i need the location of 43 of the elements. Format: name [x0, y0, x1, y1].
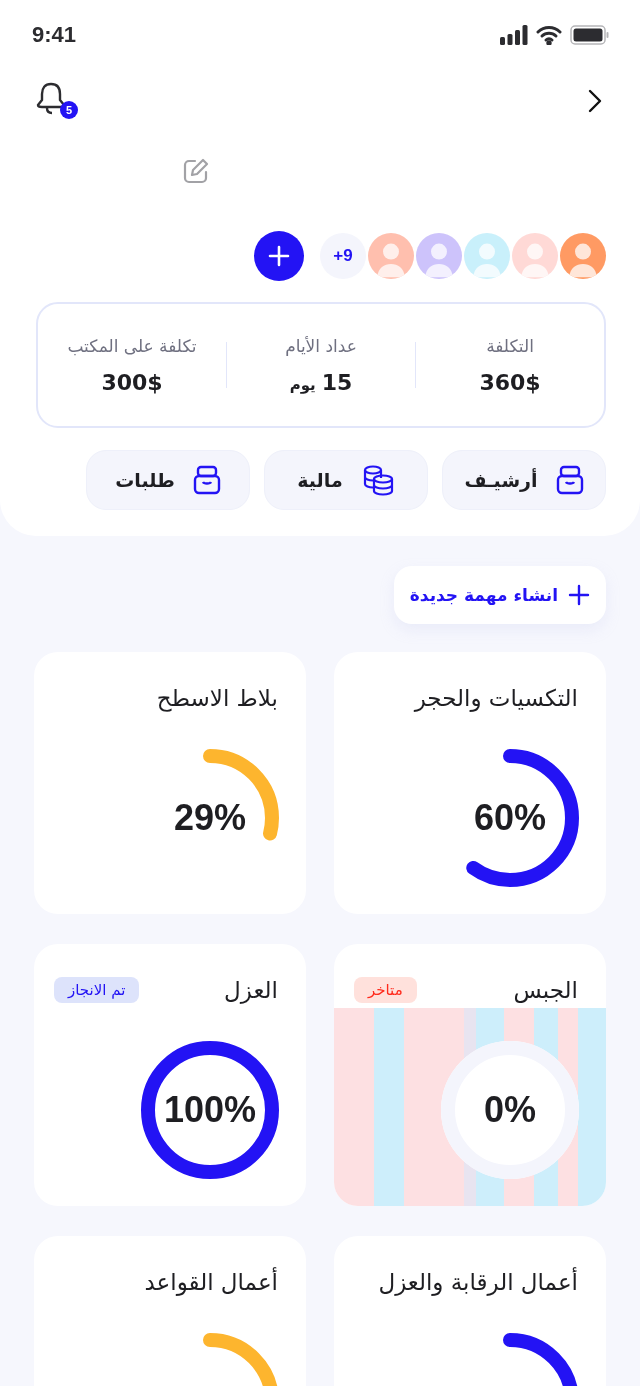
- plus-icon: [267, 244, 291, 268]
- stat-value: 15: [321, 369, 353, 395]
- stat-unit: يوم: [289, 375, 316, 394]
- percent-text: 60%: [473, 797, 547, 839]
- avatar[interactable]: [368, 233, 414, 279]
- shortcut-button[interactable]: طلبات: [86, 450, 250, 510]
- more-members-count[interactable]: +9: [320, 233, 366, 279]
- archive-icon: [192, 465, 221, 495]
- task-title: الجبس: [513, 977, 578, 1003]
- chevron-right-icon[interactable]: [588, 89, 602, 113]
- notification-badge: 5: [60, 101, 78, 119]
- status-badge: متاخر: [354, 977, 417, 1003]
- battery-icon: [570, 25, 610, 45]
- task-title: أعمال الرقابة والعزل: [378, 1269, 578, 1295]
- task-title: العزل: [224, 977, 278, 1003]
- add-member-button[interactable]: [254, 231, 304, 281]
- stat-label: عداد الأيام: [285, 335, 357, 356]
- edit-icon[interactable]: [182, 157, 210, 185]
- new-task-button[interactable]: انشاء مهمة جديدة: [393, 566, 606, 624]
- signal-icon: [500, 25, 528, 45]
- task-title: التكسيات والحجر: [414, 685, 578, 711]
- shortcut-button[interactable]: أرشيـف: [442, 450, 606, 510]
- status-badge: تم الانجاز: [54, 977, 140, 1003]
- task-card[interactable]: أعمال القواعد: [34, 1236, 306, 1386]
- stat-label: التكلفة: [486, 335, 534, 356]
- percent-text: 29%: [173, 797, 247, 839]
- percent-text: 0%: [484, 1089, 536, 1131]
- avatar[interactable]: [464, 233, 510, 279]
- task-card[interactable]: أعمال الرقابة والعزل: [334, 1236, 606, 1386]
- avatar[interactable]: [560, 233, 606, 279]
- shortcut-button[interactable]: مالية: [264, 450, 428, 510]
- stat-value: 360$: [479, 369, 541, 395]
- archive-icon: [555, 465, 584, 495]
- stat-value: 300$: [101, 369, 163, 395]
- stat-label: تكلفة على المكتب: [67, 335, 197, 356]
- avatar[interactable]: [512, 233, 558, 279]
- task-title: أعمال القواعد: [144, 1269, 278, 1295]
- status-time: 9:41: [32, 22, 77, 48]
- percent-text: 100%: [163, 1089, 257, 1131]
- wifi-icon: [536, 25, 562, 45]
- task-title: بلاط الاسطح: [156, 685, 278, 711]
- plus-icon: [568, 584, 590, 606]
- avatar[interactable]: [416, 233, 462, 279]
